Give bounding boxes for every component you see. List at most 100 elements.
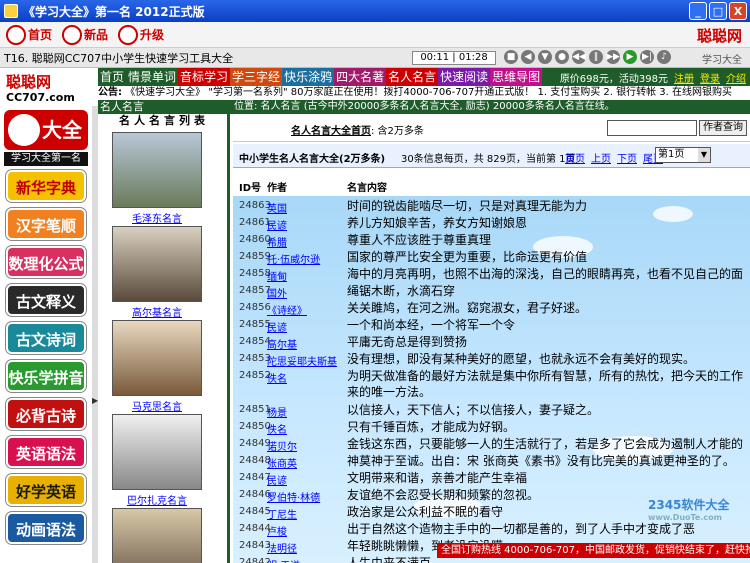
pause-icon[interactable]: ‖ [589, 50, 603, 64]
down-icon[interactable]: ▼ [538, 50, 552, 64]
portrait-name[interactable]: 毛泽东名言 [112, 210, 202, 225]
nav-must-recite-poems[interactable]: 必背古诗 [6, 398, 86, 430]
portrait-card[interactable]: 马克思名言 [112, 320, 202, 413]
upgrade-button[interactable]: 升级 [118, 24, 164, 45]
volume-icon[interactable]: ♪ [657, 50, 671, 64]
nav-classical-poems[interactable]: 古文诗词 [6, 322, 86, 354]
nav-english-grammar[interactable]: 英语语法 [6, 436, 86, 468]
register-link[interactable]: 注册 [674, 70, 694, 85]
row-author-link[interactable]: 国外 [267, 285, 287, 300]
next-page-link[interactable]: 下页 [617, 150, 637, 165]
row-author-link[interactable]: 希腊 [267, 234, 287, 249]
col-author: 作者 [267, 183, 287, 194]
table-row[interactable]: 24857 国外 绳锯木断，水滴石穿 [233, 283, 750, 300]
minimize-button[interactable]: _ [689, 2, 707, 20]
play-icon[interactable]: ▶ [623, 50, 637, 64]
row-author-link[interactable]: 卢梭 [267, 523, 287, 538]
row-author-link[interactable]: 高尔基 [267, 336, 297, 351]
sidebar-brand[interactable]: 大全 [4, 110, 88, 150]
nav-xinhua-dictionary[interactable]: 新华字典 [6, 170, 86, 202]
table-row[interactable]: 24859 托·伍威尔逊 国家的尊严比安全更为重要，比命运更有价值 [233, 249, 750, 266]
table-row[interactable]: 24852 佚名 为明天做准备的最好方法就是集中你所有智慧，所有的热忱，把今天的工作… [233, 368, 750, 399]
row-author-link[interactable]: 《诗经》 [267, 302, 307, 317]
menu-quotes[interactable]: 名人名言 [386, 68, 439, 86]
row-author-link[interactable]: 杨景 [267, 404, 287, 419]
nav-stroke-order[interactable]: 汉字笔顺 [6, 208, 86, 240]
menu-doodle[interactable]: 快乐涂鸦 [282, 68, 335, 86]
portrait-name[interactable]: 马克思名言 [112, 398, 202, 413]
row-author-link[interactable]: 缅甸 [267, 268, 287, 283]
row-author-link[interactable]: 丁尼生 [267, 506, 297, 521]
menu-classics[interactable]: 四大名著 [334, 68, 387, 86]
prev-icon[interactable]: ◀ [521, 50, 535, 64]
table-row[interactable]: 24847 民谚 文明带来和谐，亲善才能产生幸福 [233, 470, 750, 487]
login-link[interactable]: 登录 [700, 70, 720, 85]
portrait-card[interactable]: 高尔基名言 [112, 226, 202, 319]
table-row[interactable]: 24849 诺贝尔 金钱这东西，只要能够一人的生活就行了，若是多了它会成为遏制人才能… [233, 436, 750, 453]
nav-formulas[interactable]: 数理化公式 [6, 246, 86, 278]
menu-sanzijing[interactable]: 学三字经 [230, 68, 283, 86]
row-author-link[interactable]: 张商英 [267, 455, 297, 470]
next-icon[interactable]: ▶| [640, 50, 654, 64]
nav-good-english[interactable]: 好学英语 [6, 474, 86, 506]
table-row[interactable]: 24848 张商英 神莫神于至诚。出自：宋 张商英《素书》没有比完美的真诚更神圣的了… [233, 453, 750, 470]
prev-page-link[interactable]: 上页 [591, 150, 611, 165]
table-row[interactable]: 24854 高尔基 平庸无奇总是得到赞扬 [233, 334, 750, 351]
record-icon[interactable]: ● [555, 50, 569, 64]
forward-icon[interactable]: ▶▶ [606, 50, 620, 64]
table-row[interactable]: 24853 陀思妥耶夫斯基 没有理想，即没有某种美好的愿望，也就永远不会有美好的现实… [233, 351, 750, 368]
home-button[interactable]: 首页 [6, 24, 52, 45]
table-row[interactable]: 24856 《诗经》 关关雎鸠，在河之洲。窈窕淑女，君子好逑。 [233, 300, 750, 317]
table-row[interactable]: 24850 佚名 只有千锤百炼，才能成为好钢。 [233, 419, 750, 436]
portrait-card[interactable]: 巴尔扎克名言 [112, 414, 202, 507]
menu-speed-reading[interactable]: 快速阅读 [438, 68, 491, 86]
table-row[interactable]: 24861 民谚 养儿方知娘辛苦，养女方知谢娘恩 [233, 215, 750, 232]
site-logo[interactable]: 聪聪网 CC707.com [2, 69, 94, 105]
row-author-link[interactable]: 佚名 [267, 370, 287, 385]
row-quote: 养儿方知娘辛苦，养女方知谢娘恩 [347, 216, 528, 230]
row-quote: 为明天做准备的最好方法就是集中你所有智慧，所有的热忱，把今天的工作来的唯一方法。 [347, 369, 744, 399]
quotes-home-link[interactable]: 名人名言大全首页 [291, 126, 371, 137]
row-author-link[interactable]: 托·伍威尔逊 [267, 251, 320, 266]
row-author-link[interactable]: 英国 [267, 200, 287, 215]
portrait-name[interactable]: 高尔基名言 [112, 304, 202, 319]
row-author-link[interactable]: 佚名 [267, 421, 287, 436]
row-author-link[interactable]: 法明径 [267, 540, 297, 555]
nav-classical-meaning[interactable]: 古文释义 [6, 284, 86, 316]
left-sidebar: 大全 学习大全第一名 新华字典 汉字笔顺 数理化公式 古文释义 古文诗词 快乐学… [0, 106, 92, 563]
rewind-icon[interactable]: ◀◀ [572, 50, 586, 64]
row-author-link[interactable]: 民谚 [267, 217, 287, 232]
new-products-button[interactable]: 新品 [62, 24, 108, 45]
menu-home[interactable]: 首页 [98, 68, 126, 86]
page-select[interactable]: 第1页 ▼ [655, 147, 711, 163]
table-row[interactable]: 24863 英国 时间的锐齿能啮尽一切，只是对真理无能为力 [233, 198, 750, 215]
first-page-link[interactable]: 首页 [565, 150, 585, 165]
table-row[interactable]: 24844 卢梭 出于自然这个造物主手中的一切都是善的，到了人手中才变成了恶 [233, 521, 750, 538]
row-author-link[interactable]: 民谚 [267, 472, 287, 487]
track-title: T16. 聪聪网CC707中小学生快速学习工具大全 [4, 51, 234, 65]
menu-vocab[interactable]: 情景单词 [126, 68, 178, 86]
stop-icon[interactable]: ■ [504, 50, 518, 64]
row-author-link[interactable]: 诺贝尔 [267, 438, 297, 453]
author-search-input[interactable] [607, 120, 697, 136]
table-row[interactable]: 24860 希腊 尊重人不应该胜于尊重真理 [233, 232, 750, 249]
author-search-button[interactable]: 作者查询 [699, 120, 747, 136]
menu-phonetics[interactable]: 音标学习 [178, 68, 231, 86]
menu-mindmap[interactable]: 思维导图 [490, 68, 543, 86]
table-row[interactable]: 24851 杨景 以信接人，天下信人；不以信接人，妻子疑之。 [233, 402, 750, 419]
title-bar: 《学习大全》第一名 2012正式版 _ □ X [0, 0, 750, 22]
portrait-name[interactable]: 巴尔扎克名言 [112, 492, 202, 507]
intro-link[interactable]: 介绍 [726, 70, 746, 85]
portrait-card[interactable]: 毛泽东名言 [112, 132, 202, 225]
row-author-link[interactable]: 罗伯特·林德 [267, 489, 320, 504]
portrait-card[interactable] [112, 508, 202, 563]
nav-animated-grammar[interactable]: 动画语法 [6, 512, 86, 544]
maximize-button[interactable]: □ [709, 2, 727, 20]
close-button[interactable]: X [729, 2, 747, 20]
table-row[interactable]: 24858 缅甸 海中的月亮再明，也照不出海的深浅，自己的眼睛再亮，也看不见自己的面 [233, 266, 750, 283]
nav-pinyin[interactable]: 快乐学拼音 [6, 360, 86, 392]
row-author-link[interactable]: 民谚 [267, 319, 287, 334]
row-author-link[interactable]: 陀思妥耶夫斯基 [267, 353, 337, 368]
table-row[interactable]: 24855 民谚 一个和尚本经，一个将军一个令 [233, 317, 750, 334]
row-author-link[interactable]: 明·于谦 [267, 557, 300, 563]
